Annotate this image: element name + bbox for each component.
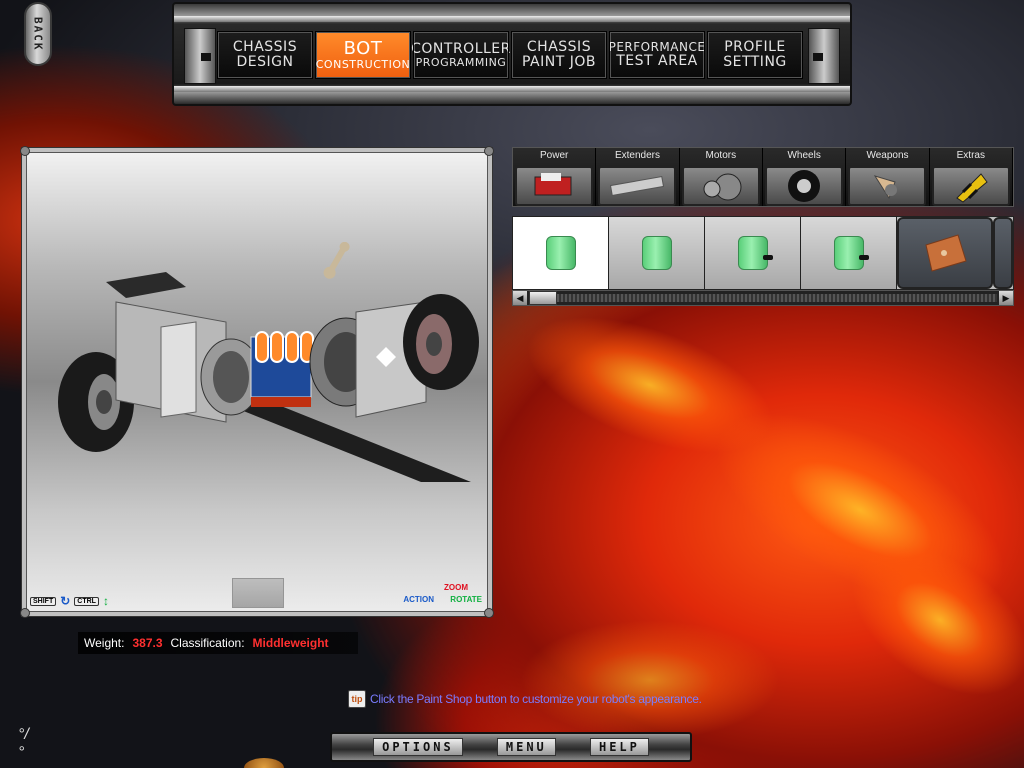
classification-value: Middleweight (252, 636, 329, 650)
category-label: Power (539, 150, 569, 161)
category-extenders[interactable]: Extenders (596, 148, 680, 206)
weight-status-bar: Weight: 387.3 Classification: Middleweig… (78, 632, 358, 654)
category-label: Motors (705, 150, 737, 161)
classification-label: Classification: (170, 636, 245, 650)
tip-icon: tip (348, 690, 366, 708)
part-item-partial[interactable] (993, 217, 1013, 289)
category-label: Extras (956, 150, 985, 161)
parts-category-bar: Power Extenders Motors Wheels Weapons Ex… (512, 147, 1014, 207)
category-weapons[interactable]: Weapons (846, 148, 930, 206)
weight-label: Weight: (84, 636, 125, 650)
battery-icon (833, 236, 864, 270)
part-item-battery-2[interactable] (609, 217, 705, 289)
tab-profile-setting[interactable]: PROFILE SETTING (707, 31, 803, 79)
logo-mark-icon: °/° (18, 726, 29, 761)
nav-end-cap-right (808, 28, 840, 84)
tab-line2: PAINT JOB (522, 54, 596, 70)
tab-line2: CONSTRUCTION (315, 57, 411, 71)
category-wheels[interactable]: Wheels (763, 148, 847, 206)
scroll-right-button[interactable]: ▶ (999, 291, 1013, 305)
tab-chassis-design[interactable]: CHASSIS DESIGN (217, 31, 313, 79)
battery-terminal (763, 255, 773, 260)
battery-icon (545, 236, 576, 270)
viewport-corner-bolt (20, 608, 30, 618)
tab-controller-programming[interactable]: CONTROLLER PROGRAMMING (411, 31, 511, 79)
part-item-battery-1[interactable] (513, 217, 609, 289)
tab-line1: PROFILE (724, 39, 786, 56)
tab-line2: PROGRAMMING (415, 55, 507, 69)
nav-end-cap-left (184, 28, 216, 84)
rotate-label: ROTATE (450, 595, 482, 604)
viewport-corner-bolt (484, 608, 494, 618)
ctrl-key: CTRL (74, 596, 99, 606)
viewport-corner-bolt (20, 146, 30, 156)
part-item-circuit-board[interactable] (897, 217, 993, 289)
tab-chassis-paint-job[interactable]: CHASSIS PAINT JOB (511, 31, 607, 79)
nav-rail-bottom (174, 86, 850, 92)
menu-button[interactable]: MENU (496, 738, 556, 756)
tab-line2: SETTING (723, 54, 787, 70)
category-power[interactable]: Power (513, 148, 597, 206)
back-label: BACK (31, 16, 45, 52)
category-label: Weapons (866, 150, 909, 161)
extender-bar-icon (598, 166, 677, 206)
robot-3d-viewport[interactable]: SHIFT ↻ CTRL ↕ ZOOM ACTION ROTATE (20, 146, 494, 618)
wrench-icon (323, 242, 350, 279)
category-label: Wheels (787, 150, 821, 161)
back-button[interactable]: BACK (24, 2, 52, 66)
wheel-icon (765, 166, 844, 206)
tab-line2: TEST AREA (616, 52, 698, 69)
extras-icon (931, 166, 1010, 206)
battery-terminal (859, 255, 869, 260)
battery-icon (641, 236, 672, 270)
tip-text: Click the Paint Shop button to customize… (370, 692, 702, 706)
bottom-glow-decoration (244, 758, 284, 768)
parts-item-strip (512, 216, 1014, 290)
battery-icon (737, 236, 768, 270)
part-item-battery-3[interactable] (705, 217, 801, 289)
shift-key: SHIFT (30, 596, 57, 606)
rotate-shortcut-hint: SHIFT ↻ CTRL ↕ (30, 594, 109, 608)
motor-icon (681, 166, 760, 206)
help-button[interactable]: HELP (589, 738, 649, 756)
options-button[interactable]: OPTIONS (373, 738, 463, 756)
tab-line1: BOT (343, 37, 383, 59)
tab-line1: CHASSIS (232, 39, 298, 56)
viewport-corner-bolt (484, 146, 494, 156)
scroll-left-button[interactable]: ◀ (513, 291, 527, 305)
scroll-thumb[interactable] (529, 291, 557, 305)
category-label: Extenders (614, 150, 660, 161)
battery-pack-icon (515, 166, 594, 206)
weapon-icon (848, 166, 927, 206)
robot-model[interactable] (56, 242, 496, 482)
nav-rail-top (174, 16, 850, 22)
part-item-battery-4[interactable] (801, 217, 897, 289)
component-preview-thumb (232, 578, 284, 608)
tab-line1: CHASSIS (526, 39, 592, 56)
tip-icon-label: tip (351, 694, 363, 704)
rotate-arrow-icon: ↻ (60, 594, 71, 608)
tab-line2: DESIGN (236, 54, 294, 70)
vertical-arrow-icon: ↕ (102, 594, 109, 608)
parts-scrollbar[interactable]: ◀ ▶ (512, 290, 1014, 306)
tip-message: tip Click the Paint Shop button to custo… (348, 690, 702, 708)
zoom-label: ZOOM (444, 583, 468, 592)
category-motors[interactable]: Motors (680, 148, 763, 206)
tab-performance-test-area[interactable]: PERFORMANCE TEST AREA (609, 31, 705, 79)
action-label: ACTION (403, 595, 434, 604)
main-nav-bar: CHASSIS DESIGN BOT CONSTRUCTION CONTROLL… (172, 2, 852, 106)
scroll-track[interactable] (529, 291, 997, 305)
circuit-board-icon (925, 234, 967, 272)
weight-value: 387.3 (132, 636, 163, 650)
tab-bot-construction[interactable]: BOT CONSTRUCTION (315, 31, 411, 79)
tab-line1: CONTROLLER (411, 40, 511, 57)
bottom-menu-bar: OPTIONS MENU HELP (330, 732, 692, 762)
category-extras[interactable]: Extras (930, 148, 1013, 206)
